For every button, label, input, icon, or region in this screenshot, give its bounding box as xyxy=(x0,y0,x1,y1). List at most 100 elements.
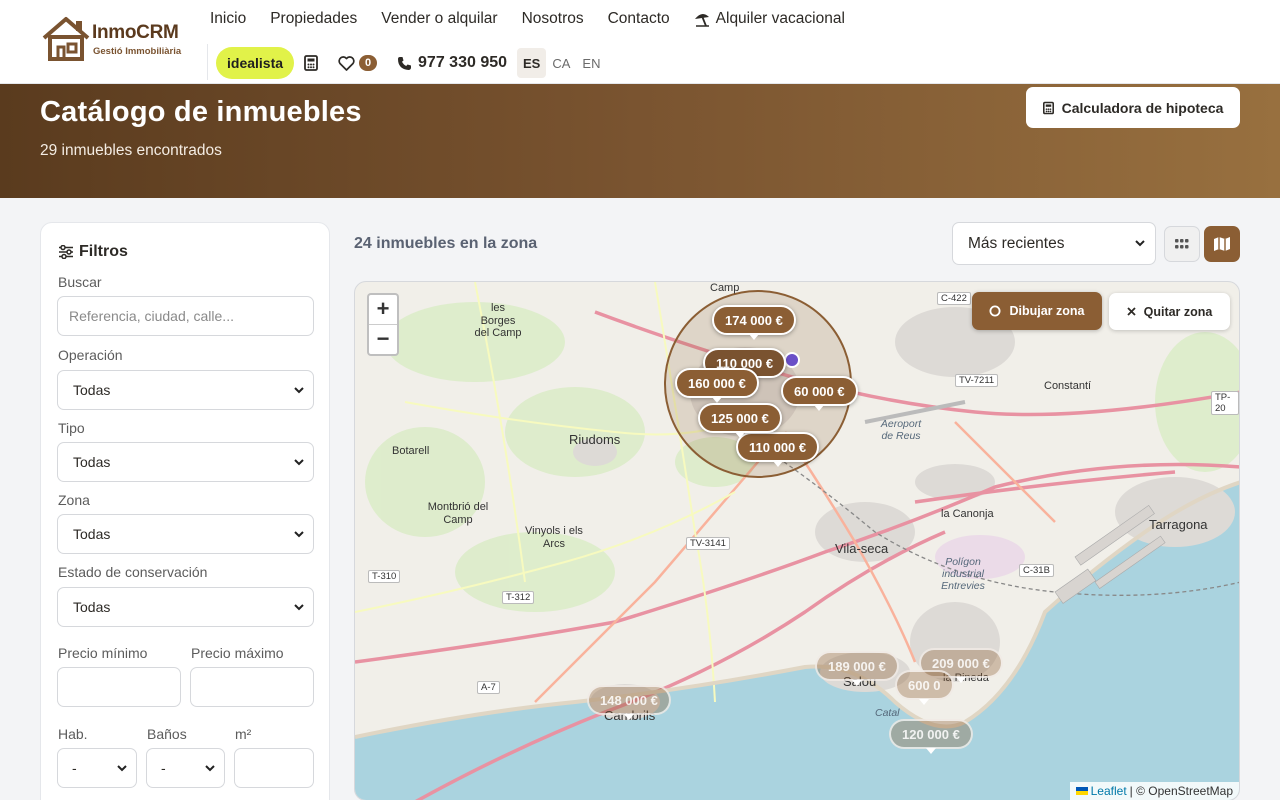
search-input[interactable]: Referencia, ciudad, calle... xyxy=(57,296,314,336)
chevron-down-icon xyxy=(205,764,215,771)
condition-label: Estado de conservación xyxy=(58,564,208,580)
price-marker[interactable]: 189 000 € xyxy=(815,651,899,686)
road-label-a7: A-7 xyxy=(477,681,500,694)
draw-zone-label: Dibujar zona xyxy=(1009,304,1085,318)
price-marker[interactable]: 60 000 € xyxy=(781,376,858,411)
umbrella-beach-icon xyxy=(694,13,709,27)
area-input[interactable] xyxy=(234,748,314,788)
baths-select[interactable]: - xyxy=(146,748,225,788)
osm-attribution[interactable]: | © OpenStreetMap xyxy=(1130,784,1233,798)
rooms-value: - xyxy=(72,760,77,776)
chevron-down-icon xyxy=(294,530,304,537)
close-icon xyxy=(1126,307,1136,316)
zone-select[interactable]: Todas xyxy=(57,514,314,554)
grid-icon xyxy=(1175,239,1189,249)
type-select[interactable]: Todas xyxy=(57,442,314,482)
lang-es[interactable]: ES xyxy=(517,48,547,78)
chevron-down-icon xyxy=(117,764,127,771)
phone-link[interactable]: 977 330 950 xyxy=(397,54,507,72)
road-label-t310: T-310 xyxy=(368,570,401,583)
map-label-camp: Camp xyxy=(710,282,740,294)
rooms-label: Hab. xyxy=(58,726,88,742)
lang-ca[interactable]: CA xyxy=(546,48,576,78)
price-marker[interactable]: 160 000 € xyxy=(675,368,759,403)
calculator-icon xyxy=(1042,101,1054,114)
price-marker[interactable]: 120 000 € xyxy=(889,719,973,754)
map-view-button[interactable] xyxy=(1204,226,1240,262)
price-marker[interactable]: 125 000 € xyxy=(698,403,782,438)
map-label-les-borges: les Borges del Camp xyxy=(474,302,522,340)
ukraine-flag-icon xyxy=(1075,787,1088,795)
min-price-input[interactable] xyxy=(57,667,181,707)
map-label-vila-seca: Vila-seca xyxy=(835,541,889,556)
header-actions: idealista 0 977 330 950 ES CA EN xyxy=(216,47,606,79)
map-attribution: Leaflet | © OpenStreetMap xyxy=(1069,782,1239,800)
map-label-poligon: Polígon industrial Entrevies xyxy=(941,556,985,593)
logo-name: InmoCRM xyxy=(92,22,179,43)
header-divider xyxy=(207,44,208,80)
type-label: Tipo xyxy=(58,420,85,436)
nav-item-vender-alquilar[interactable]: Vender o alquilar xyxy=(381,10,497,28)
max-price-input[interactable] xyxy=(190,667,314,707)
properties-map[interactable]: les Borges del Camp Riudoms Botarell Mon… xyxy=(354,281,1240,800)
operation-select[interactable]: Todas xyxy=(57,370,314,410)
operation-value: Todas xyxy=(73,382,111,398)
clear-zone-button[interactable]: Quitar zona xyxy=(1109,293,1230,330)
type-value: Todas xyxy=(73,454,111,470)
search-label: Buscar xyxy=(58,274,102,290)
price-marker[interactable]: 600 0 xyxy=(895,670,954,705)
lang-en[interactable]: EN xyxy=(576,48,606,78)
chevron-down-icon xyxy=(294,458,304,465)
clear-zone-label: Quitar zona xyxy=(1143,304,1213,319)
favorites-button[interactable]: 0 xyxy=(338,55,378,71)
zoom-in-button[interactable]: + xyxy=(369,295,397,325)
map-label-constanti: Constantí xyxy=(1044,380,1092,392)
sort-value: Más recientes xyxy=(968,234,1065,252)
map-zoom-control: + − xyxy=(367,293,399,356)
max-price-label: Precio máximo xyxy=(191,645,284,661)
mortgage-calculator-button[interactable]: Calculadora de hipoteca xyxy=(1026,87,1240,128)
map-tiles xyxy=(355,282,1239,800)
filters-title: Filtros xyxy=(79,243,128,260)
language-switcher: ES CA EN xyxy=(517,48,606,78)
phone-number: 977 330 950 xyxy=(418,54,508,71)
road-label-t312: T-312 xyxy=(502,591,535,604)
road-label-tv3141: TV-3141 xyxy=(686,537,730,550)
nav-item-propiedades[interactable]: Propiedades xyxy=(270,10,357,28)
nav-item-nosotros[interactable]: Nosotros xyxy=(522,10,584,28)
map-label-riudoms: Riudoms xyxy=(569,432,621,447)
condition-select[interactable]: Todas xyxy=(57,587,314,627)
price-marker[interactable]: 174 000 € xyxy=(712,305,796,340)
nav-item-inicio[interactable]: Inicio xyxy=(210,10,246,28)
nav-item-alquiler-vacacional[interactable]: Alquiler vacacional xyxy=(694,10,845,28)
baths-label: Baños xyxy=(147,726,187,742)
baths-value: - xyxy=(161,760,166,776)
house-logo-icon xyxy=(42,17,90,61)
mortgage-button-label: Calculadora de hipoteca xyxy=(1061,99,1224,116)
price-marker[interactable]: 148 000 € xyxy=(587,685,671,720)
calculator-icon[interactable] xyxy=(304,55,318,71)
page-title: Catálogo de inmuebles xyxy=(40,96,362,128)
map-label-botarell: Botarell xyxy=(392,445,430,457)
sliders-icon xyxy=(59,245,73,259)
road-label-c31b: C-31B xyxy=(1019,564,1054,577)
sort-select[interactable]: Más recientes xyxy=(952,222,1156,265)
chevron-down-icon xyxy=(1135,240,1145,247)
logo[interactable]: InmoCRM Gestió Immobiliària xyxy=(40,16,190,64)
nav-item-contacto[interactable]: Contacto xyxy=(608,10,670,28)
favorites-count-badge: 0 xyxy=(359,55,378,71)
idealista-button[interactable]: idealista xyxy=(216,47,295,79)
catalog-hero: Catálogo de inmuebles 29 inmuebles encon… xyxy=(0,84,1280,198)
price-marker[interactable]: 110 000 € xyxy=(736,432,820,467)
road-label-tp20: TP-20 xyxy=(1211,391,1239,415)
grid-view-button[interactable] xyxy=(1164,226,1200,262)
rooms-select[interactable]: - xyxy=(57,748,137,788)
zoom-out-button[interactable]: − xyxy=(369,325,397,355)
draw-zone-button[interactable]: Dibujar zona xyxy=(972,292,1102,330)
zone-label: Zona xyxy=(58,492,90,508)
zone-results-count: 24 inmuebles en la zona xyxy=(354,235,538,252)
leaflet-link[interactable]: Leaflet xyxy=(1091,784,1127,798)
map-label-aeroport: Aeroport de Reus xyxy=(880,418,922,443)
nav-item-label: Alquiler vacacional xyxy=(715,10,845,27)
site-header: InmoCRM Gestió Immobiliària Inicio Propi… xyxy=(0,0,1280,84)
